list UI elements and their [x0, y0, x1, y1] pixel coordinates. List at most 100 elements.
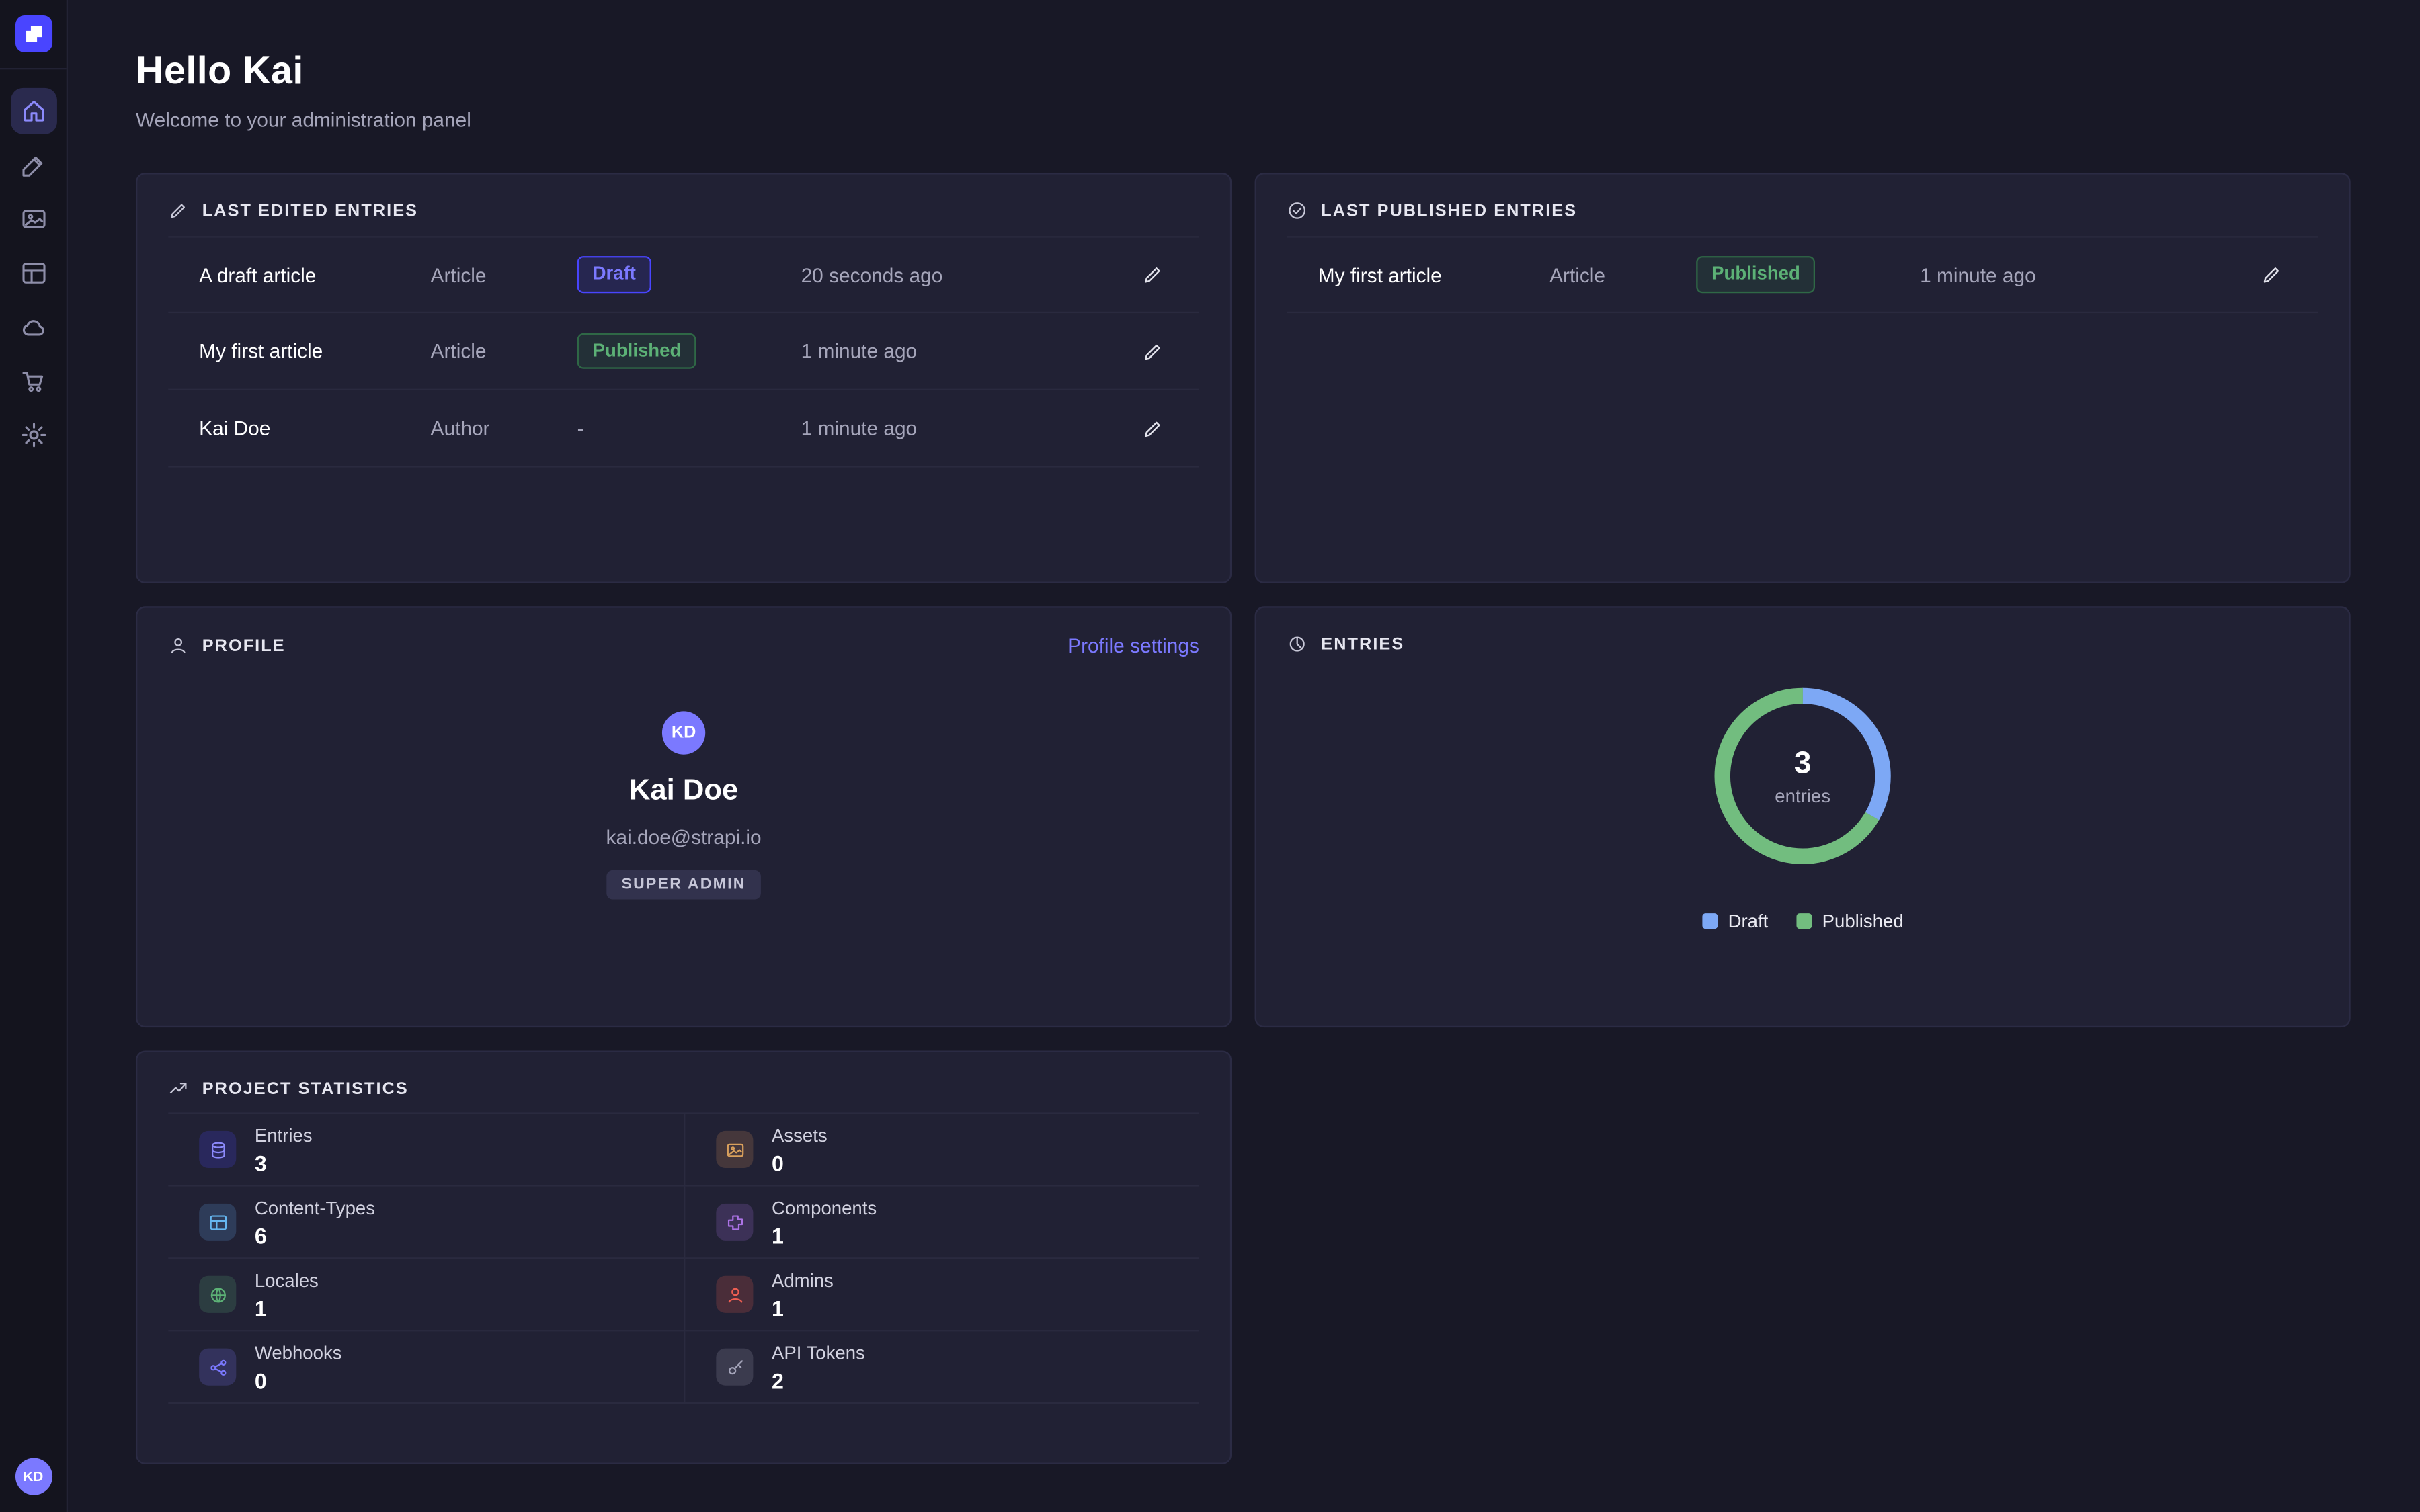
stat-label: Webhooks [255, 1341, 342, 1363]
sidebar-item-deploy[interactable] [10, 304, 56, 350]
edit-entry-button[interactable] [2257, 259, 2288, 290]
last-edited-header: LAST EDITED ENTRIES [168, 200, 1199, 220]
profile-avatar: KD [662, 711, 705, 754]
profile-header: PROFILE Profile settings [168, 634, 1199, 657]
entry-name: My first article [1318, 263, 1549, 286]
last-published-header: LAST PUBLISHED ENTRIES [1287, 200, 2318, 220]
entry-status-cell: Published [577, 333, 801, 369]
stat-entries: Entries3 [168, 1114, 684, 1187]
sidebar-item-home[interactable] [10, 88, 56, 134]
sidebar-nav [10, 88, 56, 458]
legend-item-draft: Draft [1702, 911, 1769, 932]
trend-up-icon [168, 1079, 188, 1099]
entry-status-cell: Published [1696, 257, 1920, 293]
table-row[interactable]: A draft article Article Draft 20 seconds… [168, 236, 1199, 313]
card-title: ENTRIES [1321, 635, 1404, 654]
stat-api-tokens: API Tokens2 [684, 1331, 1199, 1404]
stat-value: 1 [255, 1295, 319, 1320]
home-icon [19, 97, 47, 125]
card-title: LAST EDITED ENTRIES [202, 202, 418, 220]
table-row[interactable]: My first article Article Published 1 min… [1287, 236, 2318, 313]
profile-email: kai.doe@strapi.io [606, 825, 762, 848]
main-content: Hello Kai Welcome to your administration… [68, 0, 2420, 1512]
donut-chart: 3 entries [1702, 676, 1902, 876]
status-badge: Draft [577, 257, 651, 293]
stat-value: 1 [772, 1223, 877, 1248]
check-circle-icon [1287, 200, 1307, 220]
pencil-icon [1142, 417, 1164, 439]
stat-webhooks: Webhooks 0 [168, 1331, 684, 1404]
stats-grid: Entries3 Assets 0 Content-Types6 Componen… [168, 1112, 1199, 1404]
stat-value: 0 [255, 1368, 342, 1392]
page-subtitle: Welcome to your administration panel [136, 108, 2351, 131]
database-icon [199, 1131, 236, 1168]
profile-name: Kai Doe [629, 775, 738, 809]
edit-entry-button[interactable] [1137, 335, 1168, 366]
legend-label: Published [1822, 911, 1904, 932]
table-row[interactable]: My first article Article Published 1 min… [168, 313, 1199, 390]
user-avatar[interactable]: KD [15, 1458, 52, 1495]
stat-value: 6 [255, 1223, 375, 1248]
page-title: Hello Kai [136, 49, 2351, 94]
image-icon [19, 205, 47, 233]
profile-settings-link[interactable]: Profile settings [1067, 634, 1199, 657]
entry-name: Kai Doe [199, 417, 430, 439]
role-badge: SUPER ADMIN [606, 870, 762, 900]
entry-type: Author [431, 417, 577, 439]
status-badge: Published [577, 333, 697, 369]
last-edited-table: A draft article Article Draft 20 seconds… [168, 236, 1199, 467]
card-title: PROFILE [202, 636, 286, 655]
entry-name: My first article [199, 339, 430, 362]
legend-swatch-draft [1702, 913, 1718, 929]
stat-label: Admins [772, 1269, 834, 1290]
sidebar-item-media-library[interactable] [10, 196, 56, 243]
entry-type: Article [1549, 263, 1696, 286]
strapi-logo[interactable] [15, 15, 52, 52]
edit-entry-button[interactable] [1137, 413, 1168, 444]
profile-body: KD Kai Doe kai.doe@strapi.io SUPER ADMIN [168, 711, 1199, 899]
chart-icon [1287, 634, 1307, 655]
layout-icon [19, 259, 47, 287]
cart-icon [19, 367, 47, 394]
stat-content-types: Content-Types6 [168, 1187, 684, 1259]
edit-entry-button[interactable] [1137, 259, 1168, 290]
layout-icon [199, 1204, 236, 1241]
stat-label: Components [772, 1196, 877, 1218]
donut-svg [1702, 676, 1902, 876]
status-empty: - [577, 416, 584, 439]
last-edited-card: LAST EDITED ENTRIES A draft article Arti… [136, 173, 1232, 583]
donut-legend: Draft Published [1702, 911, 1904, 932]
entries-header: ENTRIES [1287, 634, 2318, 655]
stat-value: 1 [772, 1295, 834, 1320]
pencil-icon [1142, 340, 1164, 362]
donut-segment-published [1702, 676, 1902, 876]
puzzle-icon [716, 1204, 753, 1241]
profile-card: PROFILE Profile settings KD Kai Doe kai.… [136, 606, 1232, 1027]
image-icon [716, 1131, 753, 1168]
entry-type: Article [431, 263, 577, 286]
app-window: KD Hello Kai Welcome to your administrat… [0, 0, 2420, 1512]
project-stats-card: PROJECT STATISTICS Entries3 Assets 0 Cont… [136, 1051, 1232, 1464]
stat-label: Locales [255, 1269, 319, 1290]
user-icon [168, 636, 188, 656]
card-title: LAST PUBLISHED ENTRIES [1321, 202, 1577, 220]
sidebar-item-marketplace[interactable] [10, 358, 56, 405]
project-stats-header: PROJECT STATISTICS [168, 1079, 1199, 1099]
stat-label: Assets [772, 1124, 828, 1146]
sidebar-item-content-manager[interactable] [10, 142, 56, 188]
sidebar-item-content-type-builder[interactable] [10, 250, 56, 296]
sidebar-item-settings[interactable] [10, 412, 56, 458]
stat-value: 2 [772, 1368, 865, 1392]
entry-time: 1 minute ago [801, 339, 1138, 362]
strapi-logo-icon [21, 22, 46, 46]
table-row[interactable]: Kai Doe Author - 1 minute ago [168, 390, 1199, 468]
entry-time: 1 minute ago [801, 417, 1138, 439]
card-title: PROJECT STATISTICS [202, 1079, 409, 1098]
key-icon [716, 1349, 753, 1386]
status-badge: Published [1696, 257, 1816, 293]
pencil-icon [1142, 264, 1164, 286]
stat-admins: Admins 1 [684, 1259, 1199, 1331]
cloud-icon [19, 313, 47, 341]
entry-type: Article [431, 339, 577, 362]
webhook-icon [199, 1349, 236, 1386]
